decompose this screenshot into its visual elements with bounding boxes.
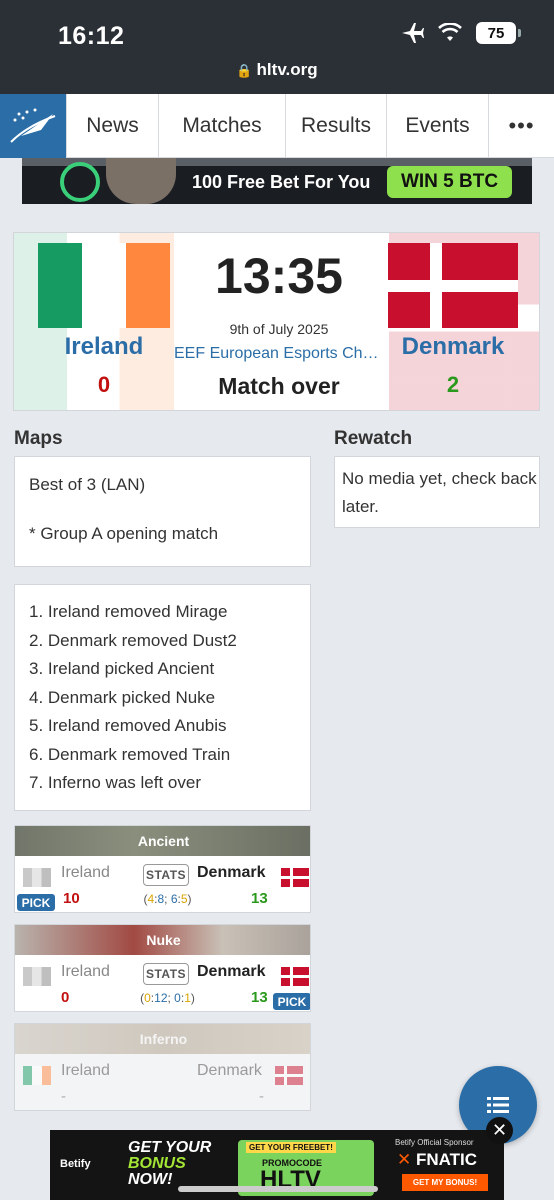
lock-icon: 🔒	[236, 63, 253, 78]
half-scores: (0:12; 0:1)	[140, 991, 195, 1005]
match-date: 9th of July 2025	[229, 321, 329, 337]
ad-brand: Betify	[60, 1158, 91, 1170]
format-note: * Group A opening match	[29, 524, 219, 543]
map-name: Ancient	[15, 826, 310, 856]
maps-title: Maps	[14, 428, 63, 449]
veto-step: 4. Denmark picked Nuke	[29, 687, 216, 707]
rewatch-title: Rewatch	[334, 428, 413, 449]
match-time: 13:35	[215, 248, 343, 304]
banner-person-image	[106, 158, 176, 204]
banner-cta-button[interactable]: WIN 5 BTC	[387, 166, 512, 198]
veto-step: 2. Denmark removed Dust2	[29, 630, 237, 650]
format-box: Best of 3 (LAN) * Group A opening match	[14, 456, 311, 567]
denmark-flag-icon	[281, 967, 309, 986]
airplane-icon	[402, 23, 424, 43]
home-indicator	[178, 1186, 378, 1192]
pick-badge: PICK	[17, 894, 55, 911]
banner-logo-icon	[60, 162, 100, 202]
ad-ticket-tag: GET YOUR FREEBET!	[246, 1142, 336, 1153]
nav-events[interactable]: Events	[386, 94, 488, 158]
veto-step: 3. Ireland picked Ancient	[29, 659, 215, 678]
veto-step: 5. Ireland removed Anubis	[29, 716, 227, 735]
main-nav: News Matches Results Events •••	[0, 94, 554, 158]
team2-name: Denmark	[197, 1062, 262, 1079]
pick-badge: PICK	[273, 993, 310, 1010]
rewatch-text: No media yet, check back later.	[342, 469, 537, 516]
veto-box: 1. Ireland removed Mirage 2. Denmark rem…	[14, 584, 311, 811]
ireland-flag-icon	[23, 1066, 51, 1085]
list-icon	[487, 1097, 509, 1113]
veto-step: 7. Inferno was left over	[29, 773, 201, 792]
denmark-flag-icon	[275, 1066, 303, 1085]
match-status: Match over	[218, 373, 340, 399]
team1-name: Ireland	[61, 864, 110, 881]
top-ad-banner[interactable]: 100 Free Bet For You WIN 5 BTC	[22, 158, 532, 204]
ad-cta-button[interactable]: GET MY BONUS!	[402, 1174, 488, 1191]
veto-step: 1. Ireland removed Mirage	[29, 602, 228, 621]
nav-news[interactable]: News	[66, 94, 158, 158]
team1-name[interactable]: Ireland	[38, 333, 170, 361]
status-bar: 16:12 75 🔒 hltv.org	[0, 0, 554, 94]
team1-name: Ireland	[61, 1062, 110, 1079]
map-card-inferno[interactable]: Inferno Ireland - Denmark -	[14, 1023, 311, 1111]
nav-matches[interactable]: Matches	[158, 94, 285, 158]
ireland-flag-icon	[38, 243, 170, 328]
team2-map-score: -	[259, 1088, 264, 1105]
nav-results[interactable]: Results	[285, 94, 386, 158]
address-bar[interactable]: 🔒 hltv.org	[0, 60, 554, 80]
wifi-icon	[438, 23, 462, 41]
team1-map-score: 10	[63, 890, 80, 907]
denmark-flag-icon	[388, 243, 518, 328]
event-link[interactable]: EEF European Esports Championship	[174, 345, 384, 363]
ad-fnatic-logo: ✕ FNATIC	[397, 1150, 478, 1169]
team1-flag-icon	[23, 868, 51, 887]
team1-map-score: -	[61, 1088, 66, 1105]
map-card-ancient[interactable]: Ancient Ireland PICK 10 STATS (4:8; 6:5)…	[14, 825, 311, 913]
ad-headline: GET YOUR BONUS NOW!	[128, 1139, 212, 1188]
denmark-flag-icon	[281, 868, 309, 887]
battery-icon: 75	[476, 22, 521, 44]
nav-more-icon[interactable]: •••	[488, 94, 554, 158]
map-name: Nuke	[15, 925, 310, 955]
team1-flag-icon	[23, 967, 51, 986]
map-name: Inferno	[15, 1024, 310, 1054]
match-header: Ireland Denmark 0 2 13:35 9th of July 20…	[13, 232, 540, 411]
banner-strip	[22, 158, 532, 166]
half-scores: (4:8; 6:5)	[143, 892, 192, 906]
close-icon[interactable]: ✕	[486, 1117, 513, 1144]
format-text: Best of 3 (LAN)	[29, 475, 146, 494]
team2-name: Denmark	[197, 963, 266, 980]
map-card-nuke[interactable]: Nuke Ireland 0 STATS (0:12; 0:1) Denmark…	[14, 924, 311, 1012]
team1-map-score: 0	[61, 989, 70, 1006]
team2-name[interactable]: Denmark	[388, 333, 518, 361]
team1-name: Ireland	[61, 963, 110, 980]
stats-button[interactable]: STATS	[143, 864, 189, 886]
team2-score: 2	[446, 372, 460, 397]
team2-map-score: 13	[251, 890, 268, 907]
clock: 16:12	[58, 22, 125, 50]
team1-score: 0	[97, 372, 111, 397]
team2-map-score: 13	[251, 989, 268, 1006]
url-text: hltv.org	[256, 60, 318, 79]
ad-sponsor-text: Betify Official Sponsor	[395, 1138, 474, 1147]
hltv-logo[interactable]	[0, 94, 66, 158]
stats-button[interactable]: STATS	[143, 963, 189, 985]
veto-step: 6. Denmark removed Train	[29, 744, 231, 764]
banner-text: 100 Free Bet For You	[192, 172, 371, 192]
team2-name: Denmark	[197, 864, 266, 881]
status-icons: 75	[400, 22, 521, 44]
logo-icon	[10, 108, 56, 143]
rewatch-box: No media yet, check back later.	[334, 456, 540, 528]
